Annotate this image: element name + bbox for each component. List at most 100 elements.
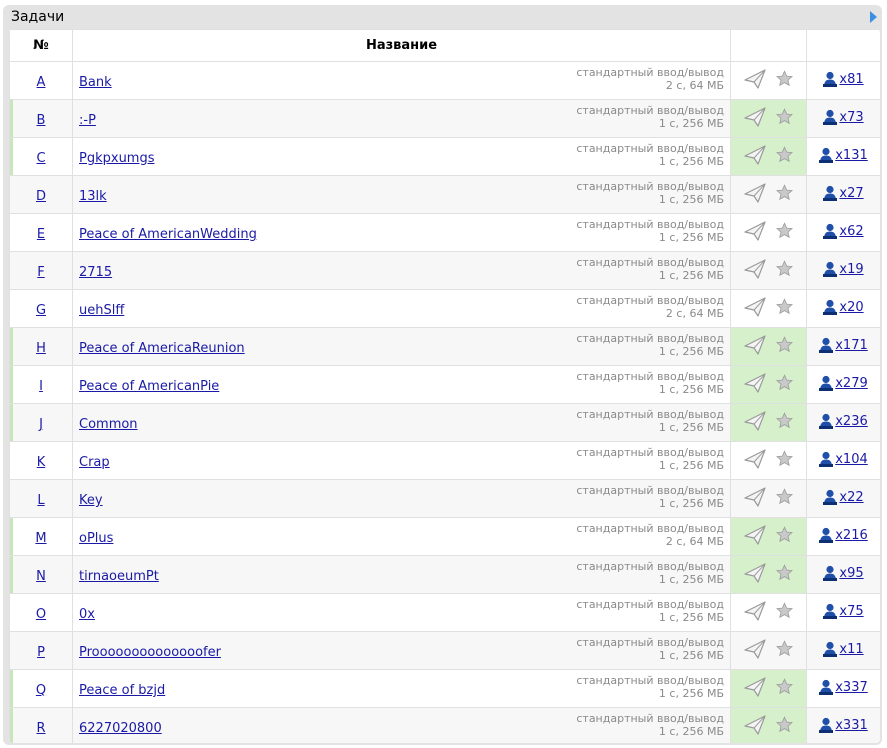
problem-name-link[interactable]: Crap [79,455,110,470]
solvers-count-link[interactable]: x73 [839,110,863,125]
paper-plane-icon[interactable] [744,106,766,131]
user-icon [819,375,834,391]
problem-id-link[interactable]: A [37,75,46,90]
star-icon[interactable] [775,374,794,395]
problem-name-link[interactable]: Bank [79,75,112,90]
paper-plane-icon[interactable] [744,714,766,739]
paper-plane-icon[interactable] [744,334,766,359]
solvers-count-link[interactable]: x236 [835,414,868,429]
solvers-count-link[interactable]: x337 [835,680,868,695]
paper-plane-icon[interactable] [744,182,766,207]
solvers-count-link[interactable]: x27 [839,186,863,201]
paper-plane-icon[interactable] [744,600,766,625]
paper-plane-icon[interactable] [744,410,766,435]
problem-id-link[interactable]: B [37,113,46,128]
problem-name-link[interactable]: :-P [79,113,96,128]
problem-name-link[interactable]: 13lk [79,189,107,204]
solvers-count-link[interactable]: x20 [839,300,863,315]
solvers-count-link[interactable]: x75 [839,604,863,619]
star-icon[interactable] [775,260,794,281]
star-icon[interactable] [775,602,794,623]
problem-id-link[interactable]: L [37,493,44,508]
problem-name-link[interactable]: oPlus [79,531,113,546]
problem-actions-cell [730,365,807,404]
problem-name-link[interactable]: Proooooooooooooofer [79,645,221,660]
problem-limits: стандартный ввод/вывод 1 с, 256 МБ [576,104,724,130]
problem-name-link[interactable]: Key [79,493,103,508]
problem-id-link[interactable]: N [36,569,46,584]
paper-plane-icon[interactable] [744,524,766,549]
solvers-count-link[interactable]: x95 [839,566,863,581]
solvers-count-link[interactable]: x19 [839,262,863,277]
problem-id-link[interactable]: C [36,151,45,166]
solvers-count-link[interactable]: x331 [835,718,868,733]
problem-name-link[interactable]: Common [79,417,138,432]
solvers-count-link[interactable]: x104 [835,452,868,467]
problem-id-link[interactable]: G [36,303,46,318]
star-icon[interactable] [775,222,794,243]
solvers-count-link[interactable]: x22 [839,490,863,505]
paper-plane-icon[interactable] [744,448,766,473]
solvers-count-link[interactable]: x62 [839,224,863,239]
problem-limits: стандартный ввод/вывод 1 с, 256 МБ [576,636,724,662]
paper-plane-icon[interactable] [744,486,766,511]
solvers-count-link[interactable]: x11 [839,642,863,657]
problem-id-link[interactable]: I [39,379,43,394]
problem-id-link[interactable]: J [39,417,43,432]
star-icon[interactable] [775,70,794,91]
paper-plane-icon[interactable] [744,372,766,397]
solvers-count-link[interactable]: x171 [835,338,868,353]
star-icon[interactable] [775,488,794,509]
paper-plane-icon[interactable] [744,68,766,93]
problem-id-link[interactable]: K [37,455,46,470]
problem-actions-cell [730,479,807,518]
io-type-text: стандартный ввод/вывод [576,66,724,79]
problem-id-link[interactable]: F [37,265,44,280]
paper-plane-icon[interactable] [744,258,766,283]
problem-name-link[interactable]: 2715 [79,265,112,280]
paper-plane-icon[interactable] [744,144,766,169]
star-icon[interactable] [775,716,794,737]
table-row: H Peace of AmericaReunion стандартный ввод… [9,327,880,366]
problem-id-link[interactable]: H [36,341,46,356]
star-icon[interactable] [775,564,794,585]
star-icon[interactable] [775,108,794,129]
problem-id-link[interactable]: E [37,227,45,242]
paper-plane-icon[interactable] [744,676,766,701]
problem-id-cell: I [9,365,73,404]
star-icon[interactable] [775,336,794,357]
star-icon[interactable] [775,412,794,433]
table-row: F 2715 стандартный ввод/вывод 1 с, 256 МБ x1… [9,251,880,290]
problem-id-link[interactable]: O [36,607,46,622]
triangle-right-icon[interactable] [870,11,877,23]
star-icon[interactable] [775,526,794,547]
problem-id-link[interactable]: P [37,645,45,660]
solvers-count-link[interactable]: x81 [839,72,863,87]
problem-name-link[interactable]: Peace of bzjd [79,683,165,698]
star-icon[interactable] [775,450,794,471]
problem-id-link[interactable]: D [36,189,46,204]
paper-plane-icon[interactable] [744,220,766,245]
star-icon[interactable] [775,678,794,699]
solvers-count-link[interactable]: x131 [835,148,868,163]
problem-name-link[interactable]: 0x [79,607,95,622]
star-icon[interactable] [775,640,794,661]
problem-name-link[interactable]: Pgkpxumgs [79,151,155,166]
problem-id-link[interactable]: Q [36,683,46,698]
problem-name-link[interactable]: Peace of AmericaReunion [79,341,245,356]
problem-name-link[interactable]: 6227020800 [79,721,162,736]
star-icon[interactable] [775,146,794,167]
star-icon[interactable] [775,298,794,319]
paper-plane-icon[interactable] [744,638,766,663]
problem-name-link[interactable]: uehSlff [79,303,124,318]
problem-id-link[interactable]: R [36,721,45,736]
solvers-count-link[interactable]: x216 [835,528,868,543]
problem-name-link[interactable]: Peace of AmericanWedding [79,227,257,242]
paper-plane-icon[interactable] [744,296,766,321]
star-icon[interactable] [775,184,794,205]
problem-name-link[interactable]: tirnaoeumPt [79,569,159,584]
solvers-count-link[interactable]: x279 [835,376,868,391]
problem-id-link[interactable]: M [35,531,46,546]
problem-name-link[interactable]: Peace of AmericanPie [79,379,219,394]
paper-plane-icon[interactable] [744,562,766,587]
